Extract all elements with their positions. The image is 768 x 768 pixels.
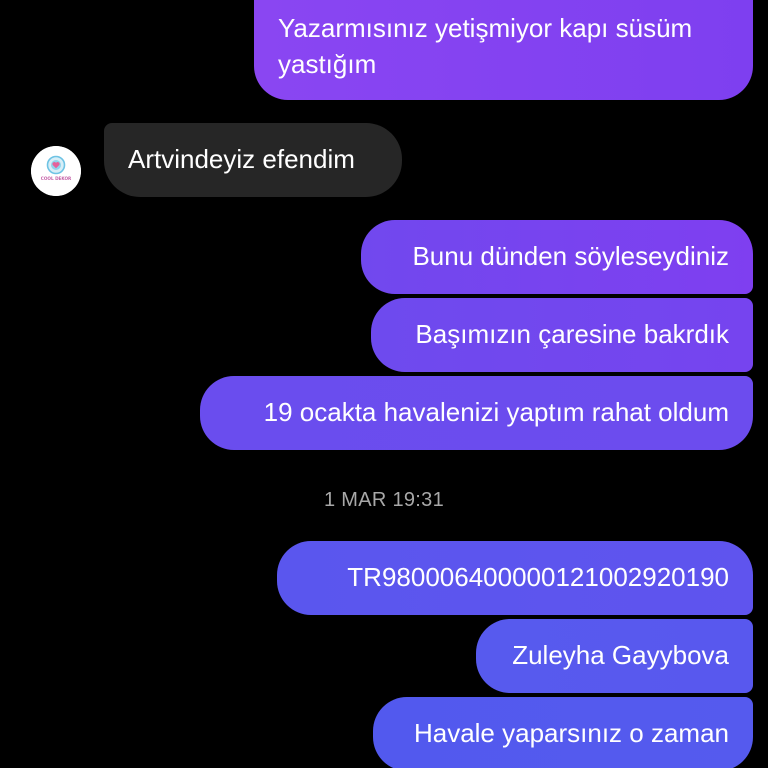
message-text: Artvindeyiz efendim <box>128 144 355 174</box>
message-text-line: Yazarmısınız yetişmiyor kapı süsüm <box>278 13 693 43</box>
message-text: Havale yaparsınız o zaman <box>413 718 729 748</box>
message-text: Başımızın çaresine bakrdık <box>415 319 729 349</box>
logo-text: COOL DEKOR <box>41 176 72 181</box>
incoming-message-bubble[interactable]: Artvindeyiz efendim <box>104 123 402 197</box>
chat-screen: Yazarmısınız yetişmiyor kapı süsüm yastı… <box>0 0 768 768</box>
message-text-line: yastığım <box>278 49 377 79</box>
outgoing-message-bubble[interactable]: 19 ocakta havalenizi yaptım rahat oldum <box>200 376 753 450</box>
outgoing-message-bubble[interactable]: Havale yaparsınız o zaman <box>373 697 753 768</box>
message-timestamp: 1 MAR 19:31 <box>323 489 445 511</box>
shop-logo-icon: COOL DEKOR <box>31 146 81 196</box>
message-text: TR980006400000121002920190 <box>347 562 729 592</box>
outgoing-message-bubble[interactable]: Bunu dünden söyleseydiniz <box>361 220 753 294</box>
message-text: Bunu dünden söyleseydiniz <box>412 241 729 271</box>
outgoing-message-bubble[interactable]: Başımızın çaresine bakrdık <box>371 298 753 372</box>
message-text: 19 ocakta havalenizi yaptım rahat oldum <box>263 397 729 427</box>
message-text: Zuleyha Gayybova <box>512 640 729 670</box>
avatar[interactable]: COOL DEKOR <box>31 146 81 196</box>
outgoing-message-bubble[interactable]: TR980006400000121002920190 <box>277 541 753 615</box>
outgoing-message-bubble[interactable]: Zuleyha Gayybova <box>476 619 753 693</box>
outgoing-message-bubble[interactable]: Yazarmısınız yetişmiyor kapı süsüm yastı… <box>254 0 753 100</box>
